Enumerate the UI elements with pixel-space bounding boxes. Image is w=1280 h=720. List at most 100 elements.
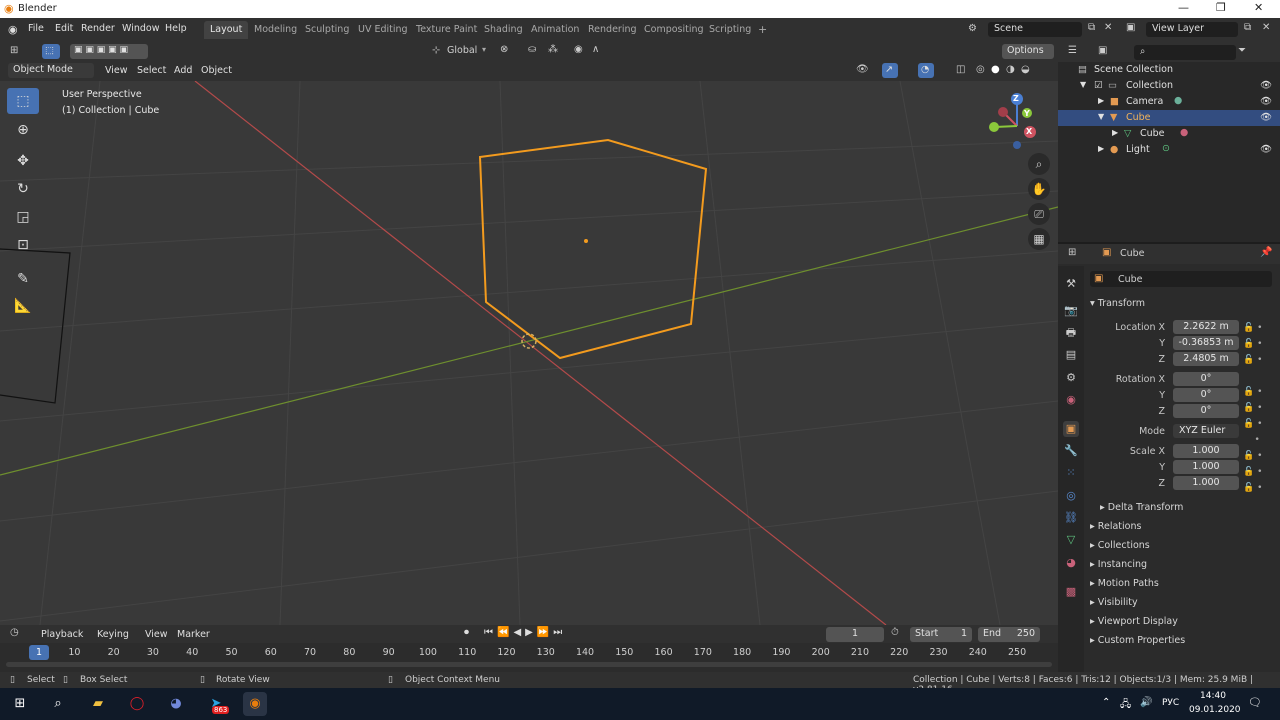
outliner-row-camera[interactable]: ▶ ■ Camera ● 👁: [1058, 94, 1280, 110]
tab-shading[interactable]: Shading: [478, 21, 529, 39]
new-view-layer-icon[interactable]: ⧉: [1244, 22, 1251, 33]
world-tab-icon[interactable]: ◉: [1063, 392, 1079, 408]
menu-help[interactable]: Help: [165, 23, 187, 34]
tray-chevron-icon[interactable]: ⌃: [1102, 697, 1110, 708]
select-tool-icon[interactable]: ⬚: [42, 44, 60, 59]
section-motion-paths[interactable]: ▸ Motion Paths: [1090, 578, 1159, 589]
scale-tool-icon[interactable]: ◲: [7, 204, 39, 230]
outliner-row-collection[interactable]: ▼ ☑ ▭ Collection 👁: [1058, 78, 1280, 94]
measure-tool-icon[interactable]: 📐: [7, 293, 39, 319]
particles-tab-icon[interactable]: ⁙: [1063, 465, 1079, 481]
menu-edit[interactable]: Edit: [55, 23, 73, 34]
expand-right-icon[interactable]: ▶: [1112, 128, 1118, 137]
wireframe-shading-icon[interactable]: ◎: [976, 64, 985, 75]
overlay-toggle-icon[interactable]: ◔: [918, 63, 934, 78]
expand-down-icon[interactable]: ▼: [1098, 112, 1104, 121]
material-icon[interactable]: ●: [1180, 127, 1188, 138]
outliner-row-scene-collection[interactable]: ▤ Scene Collection: [1058, 62, 1280, 78]
new-scene-icon[interactable]: ⧉: [1088, 22, 1095, 33]
zoom-icon[interactable]: ⌕: [1028, 153, 1050, 175]
section-viewport-display[interactable]: ▸ Viewport Display: [1090, 616, 1178, 627]
opera-icon[interactable]: ◯: [125, 692, 149, 716]
object-mode-dropdown[interactable]: Object Mode: [8, 63, 94, 78]
tab-rendering[interactable]: Rendering: [582, 21, 643, 39]
snap-target-icon[interactable]: ⁂: [548, 44, 558, 55]
menu-marker[interactable]: Marker: [177, 629, 210, 640]
tab-sculpting[interactable]: Sculpting: [299, 21, 355, 39]
outliner-row-light[interactable]: ▶ ● Light ⊙ 👁: [1058, 142, 1280, 158]
expand-right-icon[interactable]: ▶: [1098, 144, 1104, 153]
rotation-z-field[interactable]: 0°: [1173, 404, 1239, 418]
current-frame-field[interactable]: 1: [826, 627, 884, 642]
rotation-y-field[interactable]: 0°: [1173, 388, 1239, 402]
clock-date[interactable]: 09.01.2020: [1189, 705, 1241, 715]
cursor-tool-icon[interactable]: ⊕: [7, 117, 39, 143]
menu-file[interactable]: File: [28, 23, 44, 34]
tool-tab-icon[interactable]: ⚒: [1063, 276, 1079, 292]
move-tool-icon[interactable]: ✥: [7, 148, 39, 174]
tab-uv-editing[interactable]: UV Editing: [352, 21, 414, 39]
eye-icon[interactable]: 👁: [1260, 112, 1272, 123]
menu-timeline-view[interactable]: View: [145, 629, 168, 640]
outliner-row-cube[interactable]: ▼ ▼ Cube 👁: [1058, 110, 1280, 126]
checkbox-icon[interactable]: ☑: [1094, 80, 1103, 91]
object-name-field[interactable]: ▣ Cube: [1090, 271, 1272, 287]
start-frame-field[interactable]: Start 1: [910, 627, 972, 642]
section-instancing[interactable]: ▸ Instancing: [1090, 559, 1147, 570]
restore-icon[interactable]: ❐: [1216, 1, 1226, 14]
section-delta-transform[interactable]: ▸ Delta Transform: [1100, 502, 1183, 513]
tab-compositing[interactable]: Compositing: [638, 21, 710, 39]
scale-x-field[interactable]: 1.000: [1173, 444, 1239, 458]
menu-add[interactable]: Add: [174, 65, 192, 76]
light-data-icon[interactable]: ⊙: [1162, 143, 1170, 154]
scale-z-field[interactable]: 1.000: [1173, 476, 1239, 490]
pin-icon[interactable]: 📌: [1260, 247, 1272, 258]
blender-taskbar-icon[interactable]: ◉: [243, 692, 267, 716]
delete-view-layer-icon[interactable]: ✕: [1262, 22, 1270, 33]
select-box-tool-icon[interactable]: ⬚: [7, 88, 39, 114]
expand-right-icon[interactable]: ▶: [1098, 96, 1104, 105]
windows-start-icon[interactable]: ⊞: [8, 692, 32, 716]
eye-icon[interactable]: 👁: [1260, 96, 1272, 107]
volume-icon[interactable]: 🔊: [1140, 697, 1152, 708]
gizmo-toggle-icon[interactable]: ↗: [882, 63, 898, 78]
minimize-icon[interactable]: —: [1178, 1, 1189, 14]
pan-hand-icon[interactable]: ✋: [1028, 178, 1050, 200]
section-visibility[interactable]: ▸ Visibility: [1090, 597, 1138, 608]
constraints-tab-icon[interactable]: ⛓: [1063, 510, 1079, 526]
tab-layout[interactable]: Layout: [204, 21, 249, 39]
pivot-icon[interactable]: ⊗: [500, 44, 508, 55]
outliner-row-cube-mesh[interactable]: ▶ ▽ Cube ●: [1058, 126, 1280, 142]
display-mode-icon[interactable]: ▣: [1098, 45, 1107, 56]
render-tab-icon[interactable]: 📷: [1063, 303, 1079, 319]
output-tab-icon[interactable]: 🖶: [1063, 325, 1079, 341]
options-dropdown[interactable]: Options: [1002, 44, 1054, 59]
file-explorer-icon[interactable]: ▰: [86, 692, 110, 716]
3d-viewport[interactable]: Z Y X User Perspective (1) Collection | …: [0, 81, 1058, 625]
outliner-search-input[interactable]: ⌕: [1134, 45, 1236, 60]
tab-texture-paint[interactable]: Texture Paint: [410, 21, 483, 39]
proportional-edit-icon[interactable]: ◉: [574, 44, 583, 55]
xray-icon[interactable]: ◫: [956, 64, 965, 75]
menu-object[interactable]: Object: [201, 65, 232, 76]
scene-field[interactable]: Scene: [988, 22, 1082, 37]
eye-icon[interactable]: 👁: [1260, 144, 1272, 155]
properties-editor-icon[interactable]: ⊞: [1068, 247, 1076, 258]
network-icon[interactable]: 🖧: [1120, 697, 1131, 714]
menu-render[interactable]: Render: [81, 23, 115, 34]
scale-y-field[interactable]: 1.000: [1173, 460, 1239, 474]
orientation-dropdown[interactable]: Global: [447, 45, 477, 56]
snap-icon[interactable]: ⛀: [528, 44, 536, 55]
data-tab-icon[interactable]: ▽: [1063, 532, 1079, 548]
transform-panel-header[interactable]: ▾ Transform: [1090, 298, 1145, 309]
tab-scripting[interactable]: Scripting: [703, 21, 757, 39]
texture-tab-icon[interactable]: ▩: [1063, 584, 1079, 600]
expand-down-icon[interactable]: ▼: [1080, 80, 1086, 89]
language-indicator[interactable]: РУС: [1162, 698, 1179, 708]
view-layer-field[interactable]: View Layer: [1146, 22, 1238, 37]
menu-select[interactable]: Select: [137, 65, 166, 76]
material-tab-icon[interactable]: ◕: [1063, 555, 1079, 571]
section-relations[interactable]: ▸ Relations: [1090, 521, 1141, 532]
selection-mode-icons[interactable]: ▣ ▣ ▣ ▣ ▣: [70, 44, 148, 59]
rotate-tool-icon[interactable]: ↻: [7, 176, 39, 202]
